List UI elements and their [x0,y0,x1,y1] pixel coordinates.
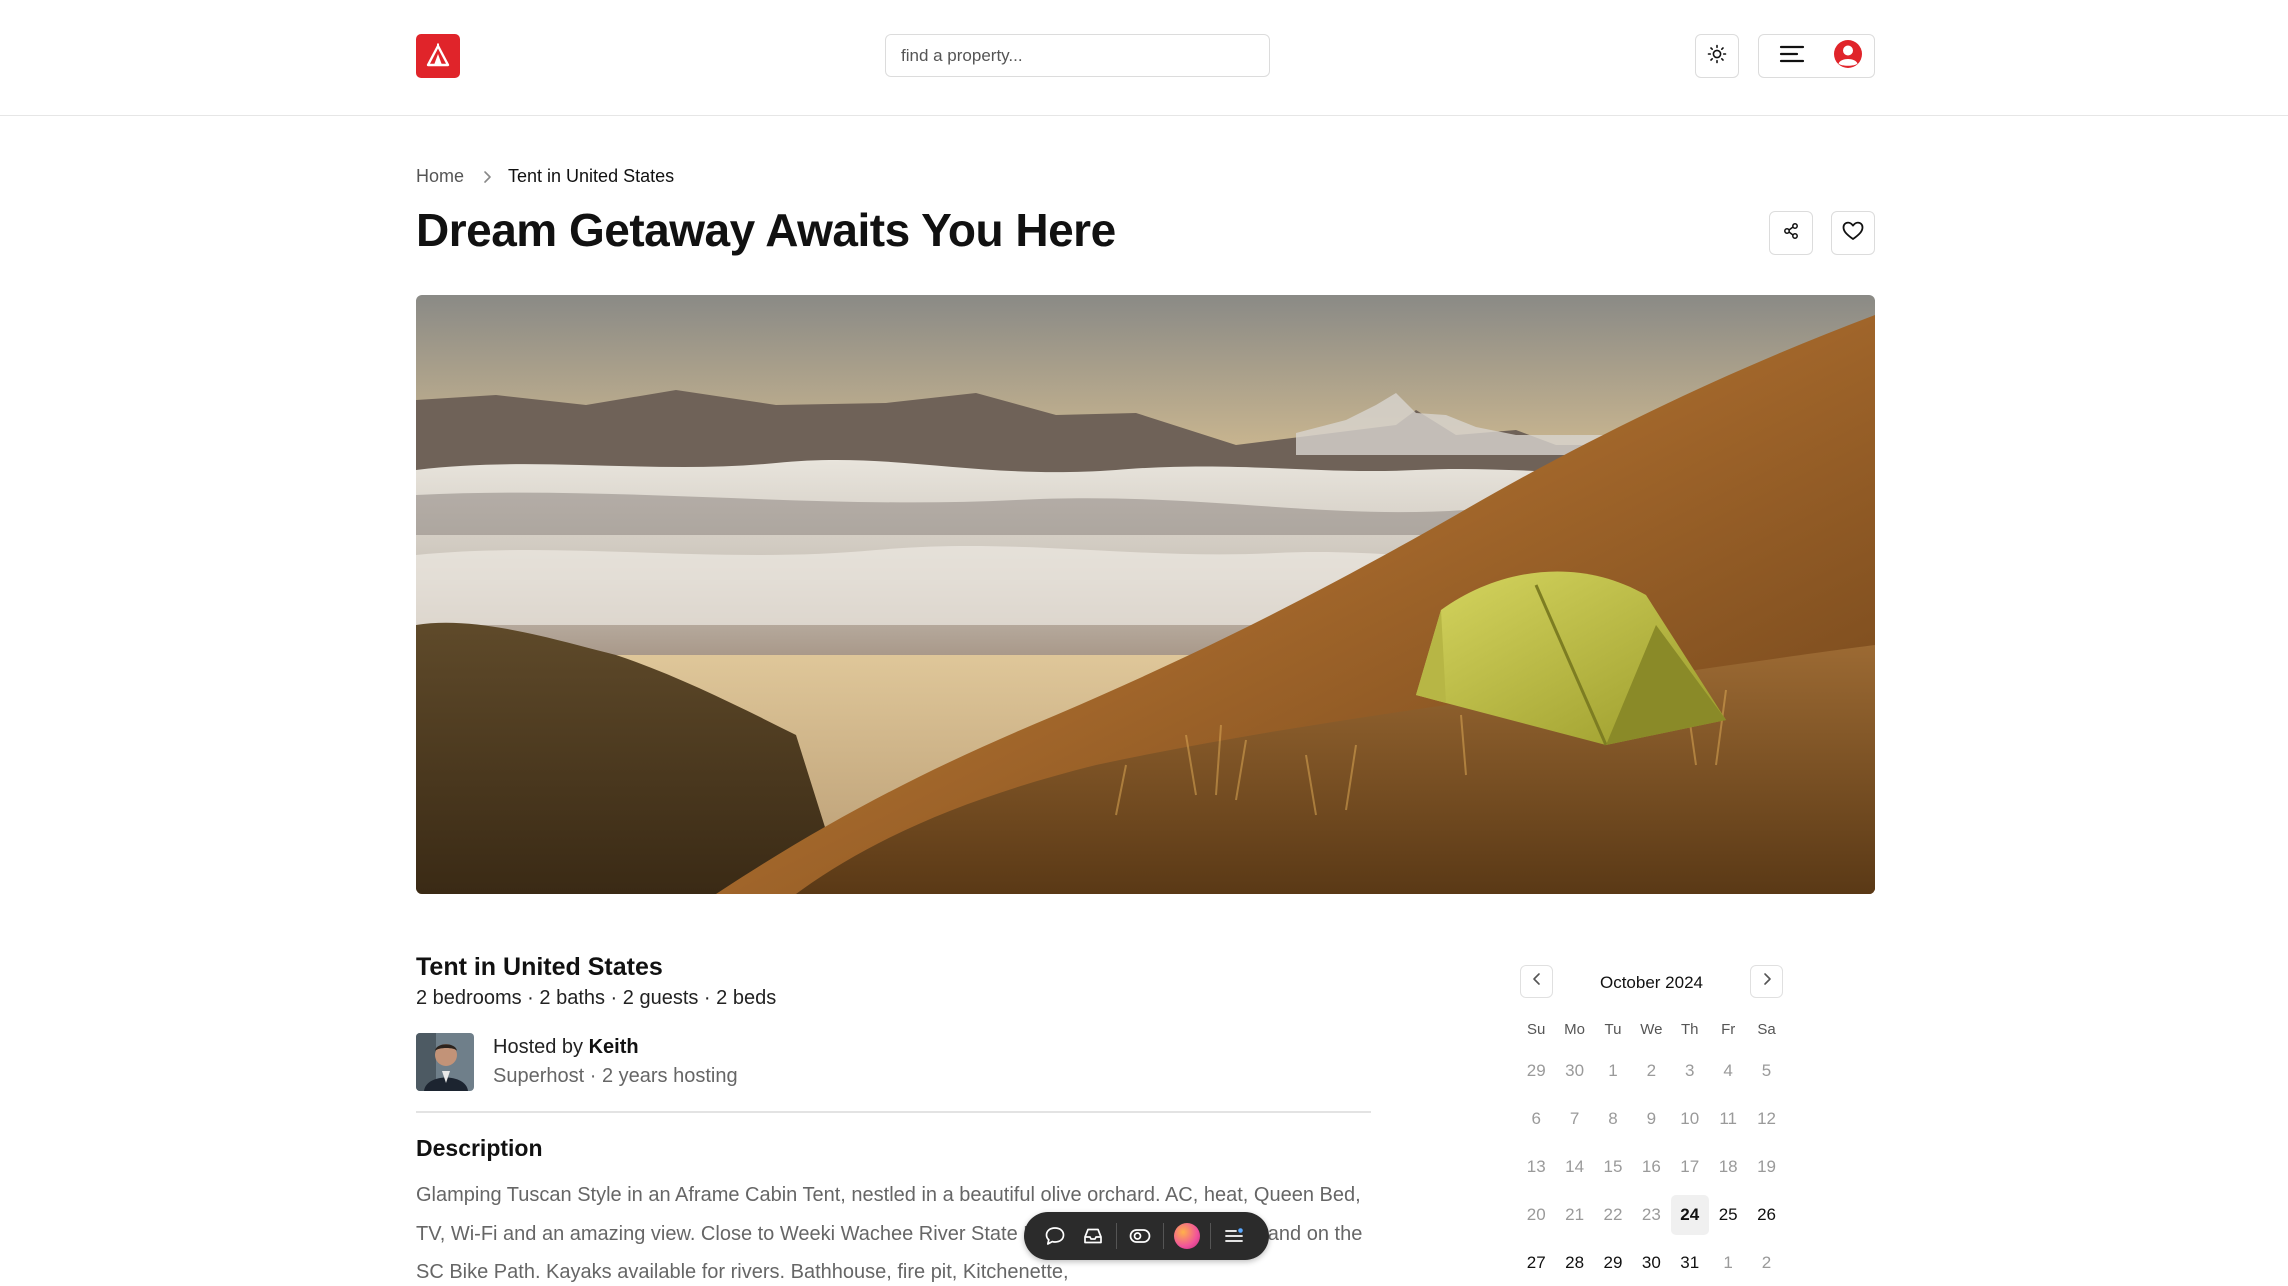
calendar-day: 8 [1608,1109,1618,1128]
calendar-day: 3 [1685,1061,1695,1080]
calendar-day[interactable]: 25 [1709,1195,1747,1235]
hamburger-menu-icon [1779,44,1805,69]
calendar-day: 1 [1723,1253,1733,1272]
calendar-day: 29 [1526,1061,1546,1080]
calendar-day-today[interactable]: 24 [1670,1195,1709,1235]
floating-toolbar [1024,1212,1269,1260]
calendar-day: 17 [1680,1157,1700,1176]
calendar-day: 4 [1723,1061,1733,1080]
toolbar-separator [1210,1223,1211,1249]
calendar-day: 16 [1641,1157,1661,1176]
calendar-day: 7 [1569,1109,1580,1128]
calendar-day: 14 [1565,1157,1585,1176]
host-avatar [416,1033,474,1091]
color-orb-icon[interactable] [1168,1217,1206,1255]
share-button[interactable] [1769,211,1813,255]
calendar-day[interactable]: 26 [1747,1195,1785,1235]
breadcrumb: Home Tent in United States [416,166,674,187]
calendar-weekday-label: Fr [1721,1020,1736,1038]
calendar-day: 1 [1608,1061,1618,1080]
calendar-day: 11 [1719,1109,1737,1128]
favorite-button[interactable] [1831,211,1875,255]
toolbar-separator [1163,1223,1164,1249]
breadcrumb-current: Tent in United States [508,166,675,186]
calendar-weekday-label: We [1640,1020,1663,1038]
user-avatar-icon [1833,39,1863,74]
calendar-weekday-label: Tu [1604,1020,1622,1038]
calendar-day[interactable]: 30 [1632,1243,1670,1283]
host-line: Hosted by Keith [493,1036,639,1059]
listing-title: Tent in United States [416,953,663,981]
toolbar-separator [1116,1223,1117,1249]
chevron-right-icon [1762,972,1772,991]
calendar-next-button[interactable] [1750,965,1783,998]
calendar-month-label: October 2024 [1599,973,1703,992]
hero-image [416,295,1875,894]
calendar-day[interactable]: 27 [1517,1243,1555,1283]
calendar-grid: Su Mo Tu We Th Fr Sa 29 30 1 2 3 4 5 6 7 8 9 10 11 12 13 14 15 1… [1517,1015,1786,1283]
description-heading: Description [416,1135,543,1161]
top-navbar [0,0,2288,116]
calendar-day: 13 [1526,1157,1546,1176]
calendar-day[interactable]: 31 [1671,1243,1709,1283]
calendar-day: 5 [1761,1061,1772,1080]
calendar-day[interactable]: 28 [1555,1243,1593,1283]
list-menu-icon[interactable] [1215,1217,1253,1255]
theme-toggle-button[interactable] [1695,34,1739,78]
calendar-day: 15 [1603,1157,1623,1176]
section-divider [416,1111,1371,1113]
calendar-weekday-label: Mo [1564,1020,1585,1038]
calendar-weekday-label: Sa [1757,1020,1776,1038]
calendar-day: 12 [1757,1109,1776,1128]
calendar-day: 23 [1641,1205,1661,1224]
calendar-weekday-label: Th [1681,1020,1699,1038]
user-menu-button[interactable] [1758,34,1875,78]
calendar-day: 2 [1761,1253,1772,1272]
chevron-right-icon [482,170,492,184]
chat-bubble-icon[interactable] [1036,1217,1074,1255]
calendar-day: 10 [1680,1109,1700,1128]
calendar-day[interactable]: 29 [1594,1243,1632,1283]
heart-icon [1842,221,1864,246]
host-name[interactable]: Keith [589,1036,639,1058]
calendar-day: 19 [1757,1157,1776,1176]
share-icon [1782,222,1800,245]
inbox-icon[interactable] [1074,1217,1112,1255]
breadcrumb-home-link[interactable]: Home [416,166,464,187]
host-subtitle: Superhost · 2 years hosting [493,1065,738,1087]
eye-toggle-icon[interactable] [1121,1217,1159,1255]
calendar-day: 6 [1531,1109,1541,1128]
calendar-day: 9 [1646,1109,1657,1128]
calendar-day: 2 [1646,1061,1657,1080]
host-prefix: Hosted by [493,1036,589,1058]
calendar-day: 21 [1565,1205,1585,1224]
search-input[interactable] [885,34,1270,77]
listing-stats: 2 bedrooms · 2 baths · 2 guests · 2 beds [416,987,777,1009]
calendar-day: 18 [1718,1157,1738,1176]
page-title: Dream Getaway Awaits You Here [416,204,1116,256]
sun-icon [1707,44,1727,69]
calendar-day: 30 [1565,1061,1585,1080]
calendar-day: 22 [1603,1205,1623,1224]
calendar-weekday-label: Su [1527,1020,1546,1038]
tent-logo-icon[interactable] [416,34,460,78]
calendar-day: 20 [1526,1205,1546,1224]
